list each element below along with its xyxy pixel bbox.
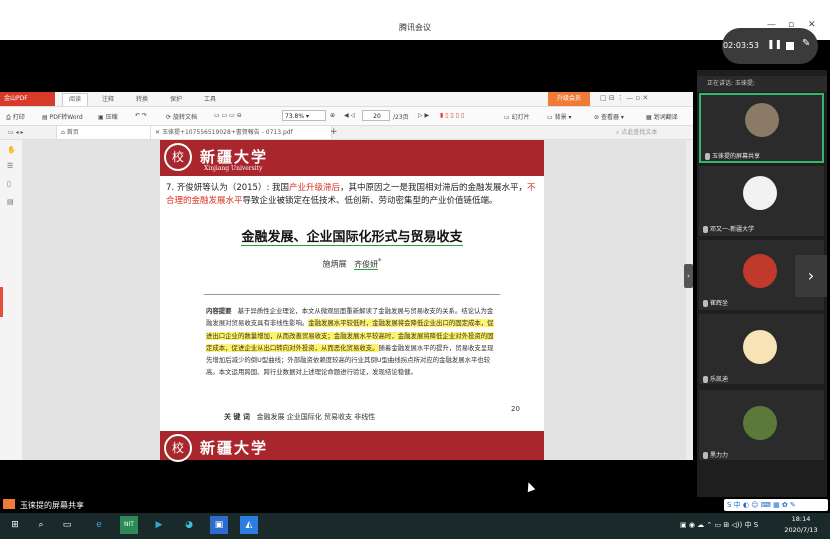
- edge-icon[interactable]: e: [90, 516, 108, 534]
- mouse-cursor-icon: [524, 480, 536, 493]
- rotate-button[interactable]: ⟳ 旋转文档: [166, 112, 197, 121]
- bottom-strip: [0, 539, 830, 553]
- search-input[interactable]: ⌕ 点此查找文本: [612, 126, 661, 139]
- vertical-scrollbar[interactable]: [686, 140, 693, 460]
- university-seal-icon: 校: [164, 434, 192, 462]
- divider: [204, 294, 500, 295]
- university-banner-next: 校 新疆大学: [160, 431, 544, 462]
- participant-tile[interactable]: 乐凯迪: [699, 314, 824, 384]
- system-tray-icons[interactable]: ▣ ◉ ☁ ⌃ ▭ ⊞ ◁)) 中 S: [680, 520, 758, 530]
- page-total: /23页: [393, 114, 409, 121]
- search-icon[interactable]: ⌕: [32, 516, 50, 534]
- viewer-button[interactable]: ⊘ 查看器 ▾: [594, 112, 624, 121]
- paragraph-7: 7. 齐俊妍等认为（2015）: 我国产业升级滞后，其中原因之一是我国相对滞后的…: [166, 183, 536, 206]
- participant-name: 崔辉坐: [703, 298, 728, 307]
- app-icon-1[interactable]: NIT: [120, 516, 138, 534]
- task-view-icon[interactable]: ▭: [58, 516, 76, 534]
- clock-time[interactable]: 18:14: [776, 515, 826, 523]
- pdf-to-word-button[interactable]: ▤ PDF转Word: [42, 112, 83, 121]
- window-controls[interactable]: □ ⊟ ⋮ — ▫ ✕: [600, 94, 648, 102]
- paper-authors: 施炳展 齐俊妍*: [322, 257, 382, 270]
- university-name-en: Xinjiang University: [204, 165, 263, 172]
- zoom-select[interactable]: 73.8% ▾: [282, 110, 326, 121]
- keywords: 关 键 词 金融发展 企业国际化 贸易收支 非线性: [224, 413, 376, 421]
- qq-browser-icon[interactable]: ◕: [180, 516, 198, 534]
- meeting-app-icon[interactable]: ▣: [210, 516, 228, 534]
- participant-tile[interactable]: 玉徕提的屏幕共享: [699, 93, 824, 163]
- background-button[interactable]: ▭ 背景 ▾: [547, 112, 572, 121]
- page-nav-next-icons[interactable]: ▷ ▶: [418, 112, 429, 119]
- side-marker: [0, 287, 3, 317]
- page-number-input[interactable]: 20: [362, 110, 390, 121]
- university-seal-icon: 校: [164, 143, 192, 171]
- edit-icon[interactable]: ✎: [802, 38, 810, 49]
- university-name: 新疆大学: [200, 148, 269, 166]
- paper-title: 金融发展、企业国际化形式与贸易收支: [241, 230, 463, 246]
- participant-name: 邓又一-新疆大学: [703, 224, 754, 233]
- new-tab-icon[interactable]: +: [326, 126, 342, 139]
- tencent-meeting-icon[interactable]: ◭: [240, 516, 258, 534]
- ime-toolbar[interactable]: S 中 ◐ ☺ ⌨ ▦ ✿ ✎: [724, 499, 828, 511]
- speaking-indicator: 正在讲话: 玉徕提;: [697, 76, 827, 92]
- view-mode-icons[interactable]: ▮ ▯ ▯ ▯ ▯: [440, 112, 464, 119]
- left-panel: [0, 140, 23, 460]
- stop-icon[interactable]: [786, 42, 794, 50]
- tab-document[interactable]: ✕ 玉徕提+107556519028+書賀報告 - 0713.pdf: [150, 126, 332, 139]
- pdf-app-logo[interactable]: 金山PDF: [0, 92, 55, 106]
- start-icon[interactable]: ⊞: [6, 516, 24, 534]
- meeting-title: 腾讯会议: [399, 23, 431, 32]
- tab-home[interactable]: ⌂ 首页: [56, 126, 156, 139]
- avatar: [745, 103, 779, 137]
- participant-name: 乐凯迪: [703, 374, 728, 383]
- share-status-bar: [0, 497, 830, 513]
- mic-icon: [703, 376, 708, 383]
- page-number: 20: [511, 405, 520, 413]
- video-icon[interactable]: ▶: [150, 516, 168, 534]
- page-nav-icons[interactable]: ◀ ◁: [344, 112, 355, 119]
- mic-icon: [705, 153, 710, 160]
- close-icon[interactable]: ✕: [808, 20, 816, 30]
- share-status-label: 玉徕提的屏幕共享: [20, 501, 84, 510]
- avatar: [743, 254, 777, 288]
- thumbnail-icon[interactable]: ▯: [7, 180, 15, 188]
- abstract: 内容提要 基于异质性企业理论，本文从微观层面重新解读了金融发展与贸易收支的关系。…: [206, 307, 494, 377]
- avatar: [743, 176, 777, 210]
- next-page-arrow-icon[interactable]: ›: [795, 255, 827, 297]
- meeting-title-bar: 腾讯会议 — ▫ ✕: [0, 0, 830, 40]
- pause-icon[interactable]: ❚❚: [767, 40, 782, 50]
- tab-tools[interactable]: 工具: [204, 94, 216, 103]
- tab-read[interactable]: 阅读: [62, 93, 89, 106]
- outline-icon[interactable]: ☰: [7, 162, 15, 170]
- participant-tile[interactable]: 黑力力: [699, 390, 824, 460]
- translate-button[interactable]: ▦ 划词翻译: [646, 112, 678, 121]
- mic-icon: [703, 300, 708, 307]
- university-banner: 校 新疆大学 Xinjiang University: [160, 140, 544, 176]
- view-icons[interactable]: ▭ ▭ ▭ ⊖: [214, 112, 242, 119]
- compress-button[interactable]: ▣ 压缩: [98, 112, 118, 121]
- bookmark-icon[interactable]: ▤: [7, 198, 15, 206]
- university-name: 新疆大学: [200, 439, 269, 457]
- mic-icon: [703, 452, 708, 459]
- tab-icons[interactable]: ▭ ◂ ▸: [4, 126, 28, 139]
- avatar: [743, 330, 777, 364]
- participant-name: 黑力力: [703, 450, 728, 459]
- tab-annotate[interactable]: 注释: [102, 94, 114, 103]
- undo-icon[interactable]: ↶ ↷: [135, 112, 147, 119]
- avatar: [743, 406, 777, 440]
- tab-convert[interactable]: 转换: [136, 94, 148, 103]
- recording-timer: 02:03:53: [723, 41, 759, 50]
- participant-tile[interactable]: 邓又一-新疆大学: [699, 166, 824, 236]
- abstract-label: 内容提要: [206, 307, 232, 315]
- slideshow-button[interactable]: ▭ 幻灯片: [504, 112, 530, 121]
- share-icon: [3, 499, 15, 509]
- tab-protect[interactable]: 保护: [170, 94, 182, 103]
- collapse-panel-icon[interactable]: ›: [684, 264, 693, 288]
- upgrade-button[interactable]: 升级会员: [548, 92, 590, 106]
- clock-date[interactable]: 2020/7/13: [776, 526, 826, 534]
- participant-name: 玉徕提的屏幕共享: [705, 151, 760, 160]
- print-button[interactable]: ⎙ 打印: [6, 112, 25, 122]
- mic-icon: [703, 226, 708, 233]
- zoom-in-icon[interactable]: ⊕: [330, 112, 335, 119]
- hand-icon[interactable]: ✋: [7, 146, 16, 154]
